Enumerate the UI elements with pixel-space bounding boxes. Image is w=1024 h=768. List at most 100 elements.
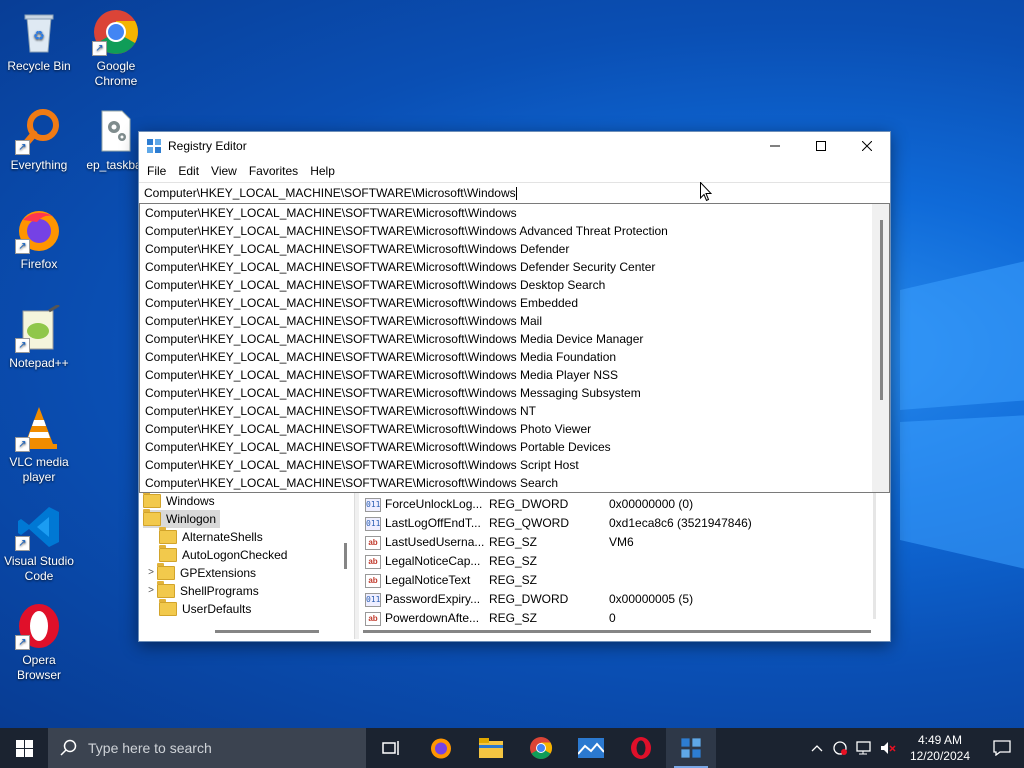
address-input[interactable]: Computer\HKEY_LOCAL_MACHINE\SOFTWARE\Mic… <box>144 186 516 200</box>
tree-horizontal-scrollbar[interactable] <box>215 630 319 633</box>
value-data: VM6 <box>609 535 634 549</box>
close-button[interactable] <box>844 132 890 160</box>
taskbar-chrome[interactable] <box>516 728 566 768</box>
task-view-icon <box>382 741 399 755</box>
address-bar[interactable]: Computer\HKEY_LOCAL_MACHINE\SOFTWARE\Mic… <box>139 182 890 204</box>
desktop-icon-vscode[interactable]: ↗ Visual Studio Code <box>1 503 77 584</box>
menu-favorites[interactable]: Favorites <box>243 164 304 178</box>
values-vertical-scrollbar[interactable] <box>873 493 876 619</box>
tree-item-alternateshells[interactable]: AlternateShells <box>159 527 263 546</box>
desktop-icon-chrome[interactable]: ↗ Google Chrome <box>78 8 154 89</box>
tree-item-shellprograms[interactable]: > ShellPrograms <box>145 581 259 600</box>
value-row[interactable]: ab PowerdownAfte... REG_SZ 0 <box>365 609 616 628</box>
value-row[interactable]: ab LastUsedUserna... REG_SZ VM6 <box>365 533 634 552</box>
suggestion-item[interactable]: Computer\HKEY_LOCAL_MACHINE\SOFTWARE\Mic… <box>140 384 889 402</box>
taskbar-clock[interactable]: 4:49 AM 12/20/2024 <box>900 732 980 764</box>
suggestion-item[interactable]: Computer\HKEY_LOCAL_MACHINE\SOFTWARE\Mic… <box>140 258 889 276</box>
suggestion-item[interactable]: Computer\HKEY_LOCAL_MACHINE\SOFTWARE\Mic… <box>140 348 889 366</box>
minimize-icon <box>770 145 780 147</box>
menu-file[interactable]: File <box>141 164 172 178</box>
value-type: REG_DWORD <box>489 592 569 606</box>
taskbar-firefox[interactable] <box>416 728 466 768</box>
clock-time: 4:49 AM <box>917 733 962 747</box>
taskbar-registry-editor[interactable] <box>666 728 716 768</box>
menu-edit[interactable]: Edit <box>172 164 205 178</box>
taskbar-search-box[interactable]: Type here to search <box>48 728 366 768</box>
desktop-icon-everything[interactable]: ↗ Everything <box>1 107 77 173</box>
task-view-button[interactable] <box>366 728 416 768</box>
tree-item-label: UserDefaults <box>182 602 252 616</box>
tray-update-icon-button[interactable] <box>828 728 852 768</box>
taskbar-photos[interactable] <box>566 728 616 768</box>
value-row[interactable]: ab LegalNoticeText REG_SZ <box>365 571 609 590</box>
chevron-right-icon[interactable]: > <box>145 564 157 582</box>
suggestion-item[interactable]: Computer\HKEY_LOCAL_MACHINE\SOFTWARE\Mic… <box>140 222 889 240</box>
tree-item-gpextensions[interactable]: > GPExtensions <box>145 563 256 582</box>
desktop-icon-label: Notepad++ <box>9 356 69 370</box>
tree-item-winlogon[interactable]: Winlogon <box>143 509 221 528</box>
suggestion-item[interactable]: Computer\HKEY_LOCAL_MACHINE\SOFTWARE\Mic… <box>140 366 889 384</box>
show-hidden-icons-button[interactable] <box>806 728 828 768</box>
desktop-icon-notepadpp[interactable]: ↗ Notepad++ <box>1 303 77 371</box>
volume-button[interactable] <box>876 728 900 768</box>
menu-help[interactable]: Help <box>304 164 341 178</box>
registry-editor-window[interactable]: Registry Editor File Edit View Favorites… <box>138 131 891 642</box>
suggestion-item[interactable]: Computer\HKEY_LOCAL_MACHINE\SOFTWARE\Mic… <box>140 402 889 420</box>
suggestion-item[interactable]: Computer\HKEY_LOCAL_MACHINE\SOFTWARE\Mic… <box>140 312 889 330</box>
minimize-button[interactable] <box>752 132 798 160</box>
shortcut-arrow-icon: ↗ <box>15 239 30 254</box>
tree-item-label: ShellPrograms <box>180 584 259 598</box>
shortcut-arrow-icon: ↗ <box>15 437 30 452</box>
value-type: REG_SZ <box>489 554 538 568</box>
tree-vertical-scrollbar[interactable] <box>344 543 347 569</box>
desktop-icon-vlc[interactable]: ↗ VLC media player <box>1 404 77 485</box>
value-row[interactable]: 011 ForceUnlockLog... REG_DWORD 0x000000… <box>365 495 693 514</box>
tree-item-userdefaults[interactable]: UserDefaults <box>159 599 252 618</box>
suggestion-item[interactable]: Computer\HKEY_LOCAL_MACHINE\SOFTWARE\Mic… <box>140 456 889 474</box>
value-type: REG_QWORD <box>489 516 570 530</box>
suggestion-item[interactable]: Computer\HKEY_LOCAL_MACHINE\SOFTWARE\Mic… <box>140 474 889 492</box>
menu-view[interactable]: View <box>205 164 243 178</box>
tree-item-windows[interactable]: Windows <box>143 491 215 510</box>
suggestion-item[interactable]: Computer\HKEY_LOCAL_MACHINE\SOFTWARE\Mic… <box>140 420 889 438</box>
desktop-icon-label: VLC media player <box>9 455 69 484</box>
tree-item-autologonchecked[interactable]: AutoLogonChecked <box>159 545 287 564</box>
network-button[interactable] <box>852 728 876 768</box>
address-autocomplete-dropdown[interactable]: Computer\HKEY_LOCAL_MACHINE\SOFTWARE\Mic… <box>139 203 890 493</box>
suggestion-item[interactable]: Computer\HKEY_LOCAL_MACHINE\SOFTWARE\Mic… <box>140 330 889 348</box>
desktop-icon-opera[interactable]: ↗ Opera Browser <box>1 602 77 683</box>
value-row[interactable]: 011 LastLogOffEndT... REG_QWORD 0xd1eca8… <box>365 514 752 533</box>
window-title: Registry Editor <box>168 139 247 153</box>
suggestion-item[interactable]: Computer\HKEY_LOCAL_MACHINE\SOFTWARE\Mic… <box>140 240 889 258</box>
desktop-icon-label: Google Chrome <box>94 59 138 88</box>
suggestion-item[interactable]: Computer\HKEY_LOCAL_MACHINE\SOFTWARE\Mic… <box>140 204 889 222</box>
suggestion-item[interactable]: Computer\HKEY_LOCAL_MACHINE\SOFTWARE\Mic… <box>140 294 889 312</box>
suggestion-item[interactable]: Computer\HKEY_LOCAL_MACHINE\SOFTWARE\Mic… <box>140 438 889 456</box>
start-button[interactable] <box>0 728 48 768</box>
dropdown-scrollbar[interactable] <box>872 204 889 492</box>
desktop-icon-label: Firefox <box>20 257 58 271</box>
value-data: 0x00000005 (5) <box>609 592 694 606</box>
taskbar-file-explorer[interactable] <box>466 728 516 768</box>
taskbar-opera[interactable] <box>616 728 666 768</box>
desktop-icon-recycle-bin[interactable]: ♻ Recycle Bin <box>1 8 77 74</box>
title-bar[interactable]: Registry Editor <box>139 132 890 160</box>
binary-value-icon: 011 <box>365 592 381 607</box>
desktop-icon-firefox[interactable]: ↗ Firefox <box>1 206 77 272</box>
action-center-button[interactable] <box>980 728 1024 768</box>
menu-bar: File Edit View Favorites Help <box>139 160 890 182</box>
search-placeholder: Type here to search <box>88 740 212 756</box>
value-row[interactable]: 011 PasswordExpiry... REG_DWORD 0x000000… <box>365 590 693 609</box>
sync-icon <box>833 741 847 755</box>
binary-value-icon: 011 <box>365 516 381 531</box>
string-value-icon: ab <box>365 554 381 569</box>
chevron-right-icon[interactable]: > <box>145 582 157 600</box>
suggestion-item[interactable]: Computer\HKEY_LOCAL_MACHINE\SOFTWARE\Mic… <box>140 276 889 294</box>
chrome-icon <box>530 737 552 759</box>
tree-item-label: Winlogon <box>166 512 217 526</box>
maximize-button[interactable] <box>798 132 844 160</box>
folder-icon <box>479 738 503 758</box>
value-row[interactable]: ab LegalNoticeCap... REG_SZ <box>365 552 609 571</box>
values-horizontal-scrollbar[interactable] <box>363 630 871 633</box>
dropdown-scroll-thumb[interactable] <box>880 220 883 400</box>
